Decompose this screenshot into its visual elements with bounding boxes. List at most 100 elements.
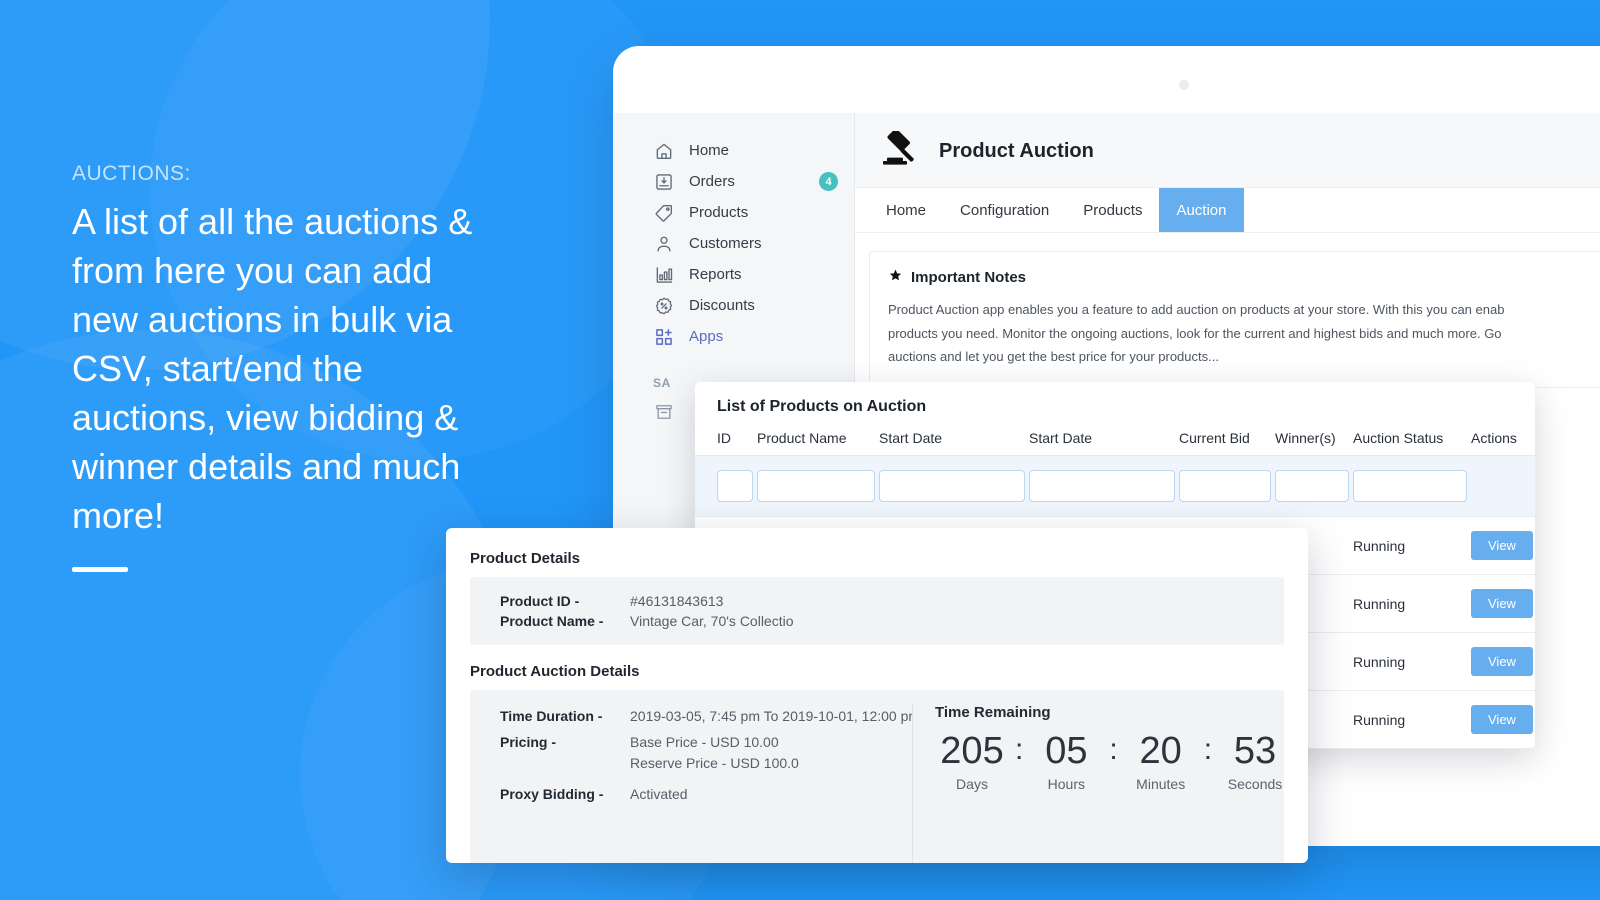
status-badge: Running bbox=[1353, 632, 1471, 691]
reserve-price-value: Reserve Price - USD 100.0 bbox=[630, 755, 799, 771]
status-badge: Running bbox=[1353, 516, 1471, 575]
countdown-hours: 05 Hours bbox=[1029, 729, 1103, 792]
auction-details-box: Time Duration - 2019-03-05, 7:45 pm To 2… bbox=[470, 690, 1284, 863]
home-icon bbox=[653, 140, 675, 162]
device-camera-dot bbox=[1179, 80, 1189, 90]
tab-configuration[interactable]: Configuration bbox=[943, 188, 1066, 232]
pricing-row: Pricing - Base Price - USD 10.00 Reserve… bbox=[486, 734, 896, 776]
person-icon bbox=[653, 233, 675, 255]
tab-home[interactable]: Home bbox=[869, 188, 943, 232]
product-details-title: Product Details bbox=[470, 550, 581, 567]
sidebar-item-label: Reports bbox=[689, 266, 742, 283]
promo-eyebrow: AUCTIONS: bbox=[72, 162, 191, 185]
gavel-icon bbox=[877, 128, 923, 171]
filter-input-id[interactable] bbox=[717, 470, 753, 502]
sidebar-item-orders[interactable]: Orders 4 bbox=[613, 166, 854, 197]
countdown-seconds-value: 53 bbox=[1233, 730, 1277, 772]
base-price-value: Base Price - USD 10.00 bbox=[630, 734, 779, 750]
column-header-current-bid[interactable]: Current Bid bbox=[1179, 430, 1275, 456]
auction-list-title: List of Products on Auction bbox=[717, 398, 927, 415]
column-header-end-date[interactable]: Start Date bbox=[1029, 430, 1179, 456]
product-id-label: Product ID - bbox=[500, 593, 580, 609]
view-button[interactable]: View bbox=[1471, 705, 1533, 734]
column-header-actions: Actions bbox=[1471, 430, 1535, 456]
countdown-days-value: 205 bbox=[940, 730, 1004, 772]
tab-auction[interactable]: Auction bbox=[1159, 188, 1244, 232]
online-store-icon bbox=[653, 401, 675, 423]
column-header-start-date[interactable]: Start Date bbox=[879, 430, 1029, 456]
time-remaining-title: Time Remaining bbox=[935, 704, 1051, 721]
star-pin-icon bbox=[888, 268, 903, 287]
orders-badge: 4 bbox=[819, 172, 838, 191]
notes-section: Important Notes Product Auction app enab… bbox=[855, 233, 1600, 388]
tag-icon bbox=[653, 202, 675, 224]
sidebar-item-label: Orders bbox=[689, 173, 735, 190]
table-filter-row bbox=[695, 455, 1535, 517]
pricing-values: Base Price - USD 10.00 Reserve Price - U… bbox=[630, 734, 799, 776]
filter-cell-actions bbox=[1471, 455, 1535, 517]
sidebar-item-label: Home bbox=[689, 142, 730, 159]
sidebar-item-label: Customers bbox=[689, 235, 762, 252]
bar-chart-icon bbox=[653, 264, 675, 286]
sidebar-item-reports[interactable]: Reports bbox=[613, 259, 854, 290]
countdown-seconds-label: Seconds bbox=[1227, 775, 1283, 792]
status-badge: Running bbox=[1353, 690, 1471, 749]
status-badge: Running bbox=[1353, 574, 1471, 633]
sidebar-item-label: Products bbox=[689, 204, 749, 221]
countdown-separator: : bbox=[1015, 733, 1024, 766]
column-header-product-name[interactable]: Product Name bbox=[757, 430, 879, 456]
countdown-days: 205 Days bbox=[935, 729, 1009, 792]
time-duration-row: Time Duration - 2019-03-05, 7:45 pm To 2… bbox=[486, 708, 912, 724]
countdown-minutes-label: Minutes bbox=[1136, 775, 1186, 792]
countdown-days-label: Days bbox=[956, 775, 988, 792]
filter-input-current-bid[interactable] bbox=[1179, 470, 1271, 502]
important-notes-card: Important Notes Product Auction app enab… bbox=[869, 251, 1600, 388]
view-button[interactable]: View bbox=[1471, 589, 1533, 618]
view-button[interactable]: View bbox=[1471, 647, 1533, 676]
filter-input-start-date[interactable] bbox=[879, 470, 1025, 502]
sidebar-item-customers[interactable]: Customers bbox=[613, 228, 854, 259]
promo-headline: A list of all the auctions & from here y… bbox=[72, 201, 473, 536]
proxy-bidding-label: Proxy Bidding - bbox=[500, 786, 604, 802]
product-details-box: Product ID - #46131843613 Product Name -… bbox=[470, 577, 1284, 645]
product-name-label: Product Name - bbox=[500, 613, 604, 629]
filter-input-auction-status[interactable] bbox=[1353, 470, 1467, 502]
column-header-winners[interactable]: Winner(s) bbox=[1275, 430, 1353, 456]
sidebar-item-discounts[interactable]: Discounts bbox=[613, 290, 854, 321]
product-name-value: Vintage Car, 70's Collectio bbox=[630, 613, 794, 629]
time-duration-value: 2019-03-05, 7:45 pm To 2019-10-01, 12:00… bbox=[630, 708, 912, 724]
countdown-hours-label: Hours bbox=[1047, 775, 1086, 792]
sidebar-item-apps[interactable]: Apps bbox=[613, 321, 854, 352]
filter-input-end-date[interactable] bbox=[1029, 470, 1175, 502]
tab-bar: Home Configuration Products Auction bbox=[855, 188, 1600, 233]
sidebar-item-home[interactable]: Home bbox=[613, 135, 854, 166]
column-header-auction-status[interactable]: Auction Status bbox=[1353, 430, 1471, 456]
table-header-row: ID Product Name Start Date Start Date Cu… bbox=[695, 430, 1535, 456]
tab-products[interactable]: Products bbox=[1066, 188, 1159, 232]
countdown-hours-value: 05 bbox=[1045, 730, 1088, 772]
time-duration-label: Time Duration - bbox=[500, 708, 603, 724]
notes-title: Important Notes bbox=[911, 269, 1027, 286]
sidebar-item-label: Apps bbox=[689, 328, 724, 345]
filter-input-winners[interactable] bbox=[1275, 470, 1349, 502]
notes-body: Product Auction app enables you a featur… bbox=[888, 302, 1505, 365]
sidebar-item-label: Discounts bbox=[689, 297, 755, 314]
product-detail-modal: Product Details Product ID - #4613184361… bbox=[446, 528, 1308, 863]
orders-icon bbox=[653, 171, 675, 193]
sidebar-item-products[interactable]: Products bbox=[613, 197, 854, 228]
view-button[interactable]: View bbox=[1471, 531, 1533, 560]
time-remaining-panel: Time Remaining 205 Days : 05 Hours : 20 … bbox=[912, 704, 1284, 863]
product-id-row: Product ID - #46131843613 bbox=[486, 593, 1268, 609]
countdown-separator: : bbox=[1109, 733, 1118, 766]
discount-icon bbox=[653, 295, 675, 317]
countdown-seconds: 53 Seconds bbox=[1218, 729, 1292, 792]
proxy-bidding-value: Activated bbox=[630, 786, 688, 802]
notes-title-row: Important Notes bbox=[888, 268, 1600, 287]
pricing-label: Pricing - bbox=[500, 734, 557, 750]
product-id-value: #46131843613 bbox=[630, 593, 724, 609]
apps-grid-plus-icon bbox=[653, 326, 675, 348]
column-header-id[interactable]: ID bbox=[695, 430, 757, 456]
promo-block: AUCTIONS: A list of all the auctions & f… bbox=[72, 162, 502, 572]
filter-input-product-name[interactable] bbox=[757, 470, 875, 502]
countdown-minutes-value: 20 bbox=[1139, 730, 1182, 772]
